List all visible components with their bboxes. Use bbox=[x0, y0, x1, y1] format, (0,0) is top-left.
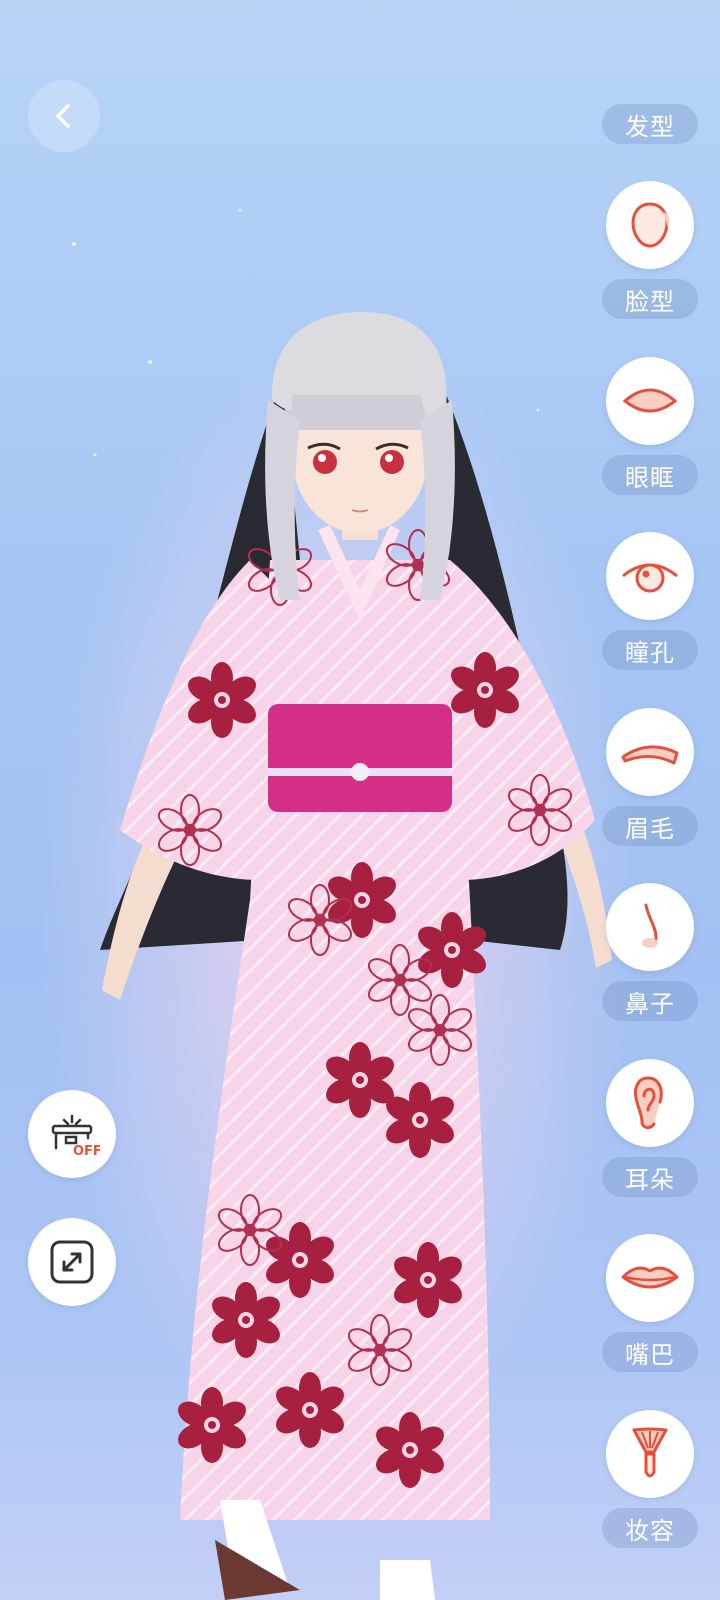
nose-icon bbox=[606, 883, 694, 971]
feature-label-nose: 鼻子 bbox=[602, 981, 698, 1021]
feature-label-eye-socket: 眼眶 bbox=[602, 455, 698, 495]
feature-item-nose[interactable]: 鼻子 bbox=[580, 883, 720, 1058]
feature-item-face-shape[interactable]: 脸型 bbox=[580, 181, 720, 356]
feature-item-pupil[interactable]: 瞳孔 bbox=[580, 532, 720, 707]
feature-label-face-shape: 脸型 bbox=[602, 279, 698, 319]
face-shape-icon bbox=[606, 181, 694, 269]
feature-item-hair[interactable]: 发型 bbox=[580, 0, 720, 175]
feature-rail: 发型 脸型 眼眶 瞳孔 眉毛 鼻子 耳朵 嘴巴 妆容 bbox=[580, 0, 720, 1600]
background-off-icon: OFF bbox=[51, 1114, 100, 1159]
feature-label-hair: 发型 bbox=[602, 104, 698, 144]
eyebrow-icon bbox=[606, 708, 694, 796]
feature-label-eyebrow: 眉毛 bbox=[602, 806, 698, 846]
feature-label-pupil: 瞳孔 bbox=[602, 630, 698, 670]
pupil-icon bbox=[606, 532, 694, 620]
mouth-icon bbox=[606, 1234, 694, 1322]
makeup-brush-icon bbox=[606, 1410, 694, 1498]
feature-item-eyebrow[interactable]: 眉毛 bbox=[580, 708, 720, 883]
eye-socket-icon bbox=[606, 357, 694, 445]
feature-item-ear[interactable]: 耳朵 bbox=[580, 1059, 720, 1234]
feature-label-ear: 耳朵 bbox=[602, 1157, 698, 1197]
feature-item-makeup[interactable]: 妆容 bbox=[580, 1410, 720, 1585]
fullscreen-button[interactable] bbox=[28, 1218, 116, 1306]
feature-item-eye-socket[interactable]: 眼眶 bbox=[580, 357, 720, 532]
feature-item-mouth[interactable]: 嘴巴 bbox=[580, 1234, 720, 1409]
feature-label-makeup: 妆容 bbox=[602, 1508, 698, 1548]
background-toggle-button[interactable]: OFF bbox=[28, 1090, 116, 1178]
feature-label-mouth: 嘴巴 bbox=[602, 1332, 698, 1372]
off-badge: OFF bbox=[73, 1144, 100, 1159]
expand-icon bbox=[50, 1240, 94, 1284]
back-button[interactable] bbox=[28, 80, 100, 152]
chevron-left-icon bbox=[56, 104, 70, 128]
ear-icon bbox=[606, 1059, 694, 1147]
